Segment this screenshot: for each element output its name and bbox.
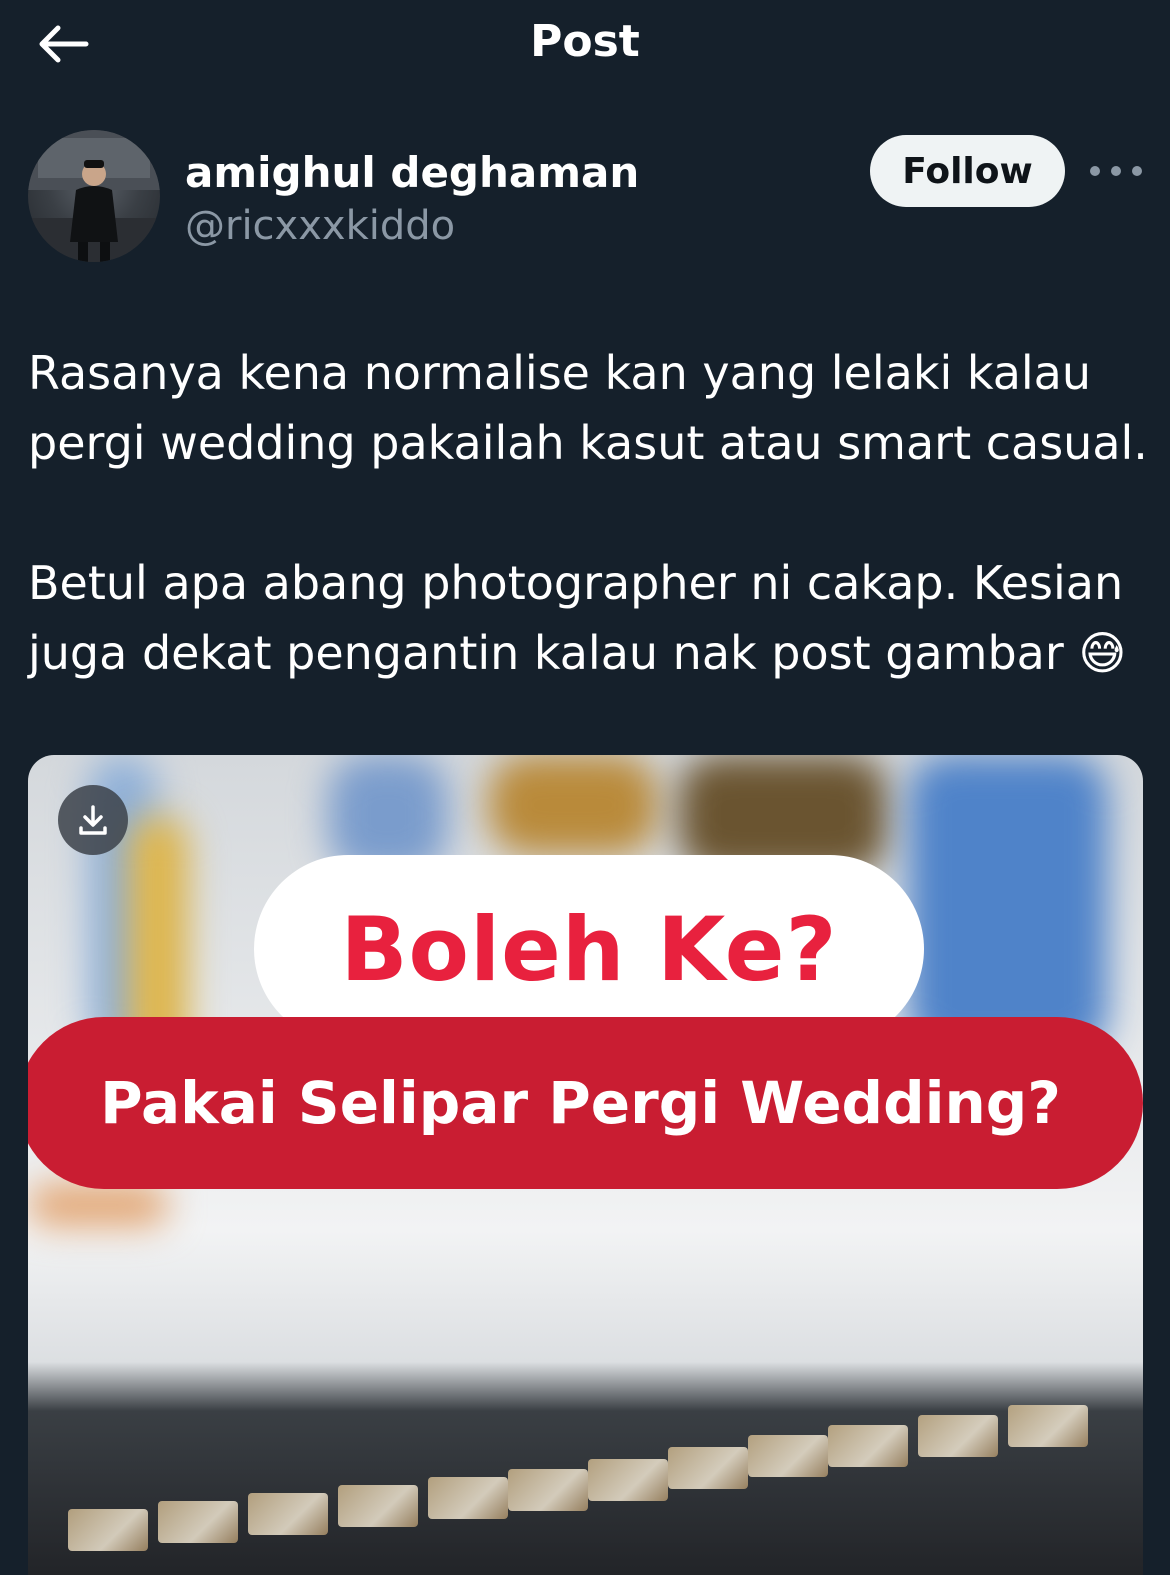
photo-thumbnail bbox=[588, 1459, 668, 1501]
top-bar: Post bbox=[0, 0, 1170, 90]
person-photo-icon bbox=[28, 130, 160, 262]
photo-thumbnail bbox=[338, 1485, 418, 1527]
photo-thumbnail bbox=[828, 1425, 908, 1467]
photo-thumbnail bbox=[68, 1509, 148, 1551]
photo-thumbnail bbox=[668, 1447, 748, 1489]
follow-button[interactable]: Follow bbox=[870, 135, 1065, 207]
photo-thumbnail bbox=[748, 1435, 828, 1477]
photo-thumbnail bbox=[158, 1501, 238, 1543]
photo-thumbnail bbox=[428, 1477, 508, 1519]
avatar[interactable] bbox=[28, 130, 160, 262]
photo-blur bbox=[908, 755, 1108, 1055]
page-title: Post bbox=[530, 16, 640, 67]
photo-thumbnail bbox=[918, 1415, 998, 1457]
more-options-button[interactable] bbox=[1090, 153, 1142, 189]
user-handle[interactable]: @ricxxxkiddo bbox=[185, 201, 455, 251]
download-icon bbox=[79, 805, 107, 835]
photo-thumbnail bbox=[248, 1493, 328, 1535]
photo-blur bbox=[488, 755, 658, 855]
post-author: amighul deghaman @ricxxxkiddo Follow bbox=[0, 125, 1170, 275]
overlay-subtitle: Pakai Selipar Pergi Wedding? bbox=[100, 1069, 1061, 1137]
overlay-title-bubble: Boleh Ke? bbox=[254, 855, 924, 1043]
overlay-title: Boleh Ke? bbox=[340, 897, 838, 1001]
photo-blur bbox=[28, 1185, 168, 1225]
photo-thumbnail bbox=[1008, 1405, 1088, 1447]
more-horizontal-icon bbox=[1111, 166, 1121, 176]
overlay-subtitle-banner: Pakai Selipar Pergi Wedding? bbox=[28, 1017, 1143, 1189]
photo-thumbnail bbox=[508, 1469, 588, 1511]
post-paragraph: Betul apa abang photographer ni cakap. K… bbox=[28, 556, 1127, 680]
more-horizontal-icon bbox=[1132, 166, 1142, 176]
post-paragraph: Rasanya kena normalise kan yang lelaki k… bbox=[28, 346, 1148, 470]
display-name[interactable]: amighul deghaman bbox=[185, 147, 639, 199]
more-horizontal-icon bbox=[1090, 166, 1100, 176]
download-button[interactable] bbox=[58, 785, 128, 855]
post-body: Rasanya kena normalise kan yang lelaki k… bbox=[28, 338, 1148, 688]
photo-thumbnail-strip bbox=[28, 1405, 1143, 1575]
post-media[interactable]: Boleh Ke? Pakai Selipar Pergi Wedding? bbox=[28, 755, 1143, 1575]
